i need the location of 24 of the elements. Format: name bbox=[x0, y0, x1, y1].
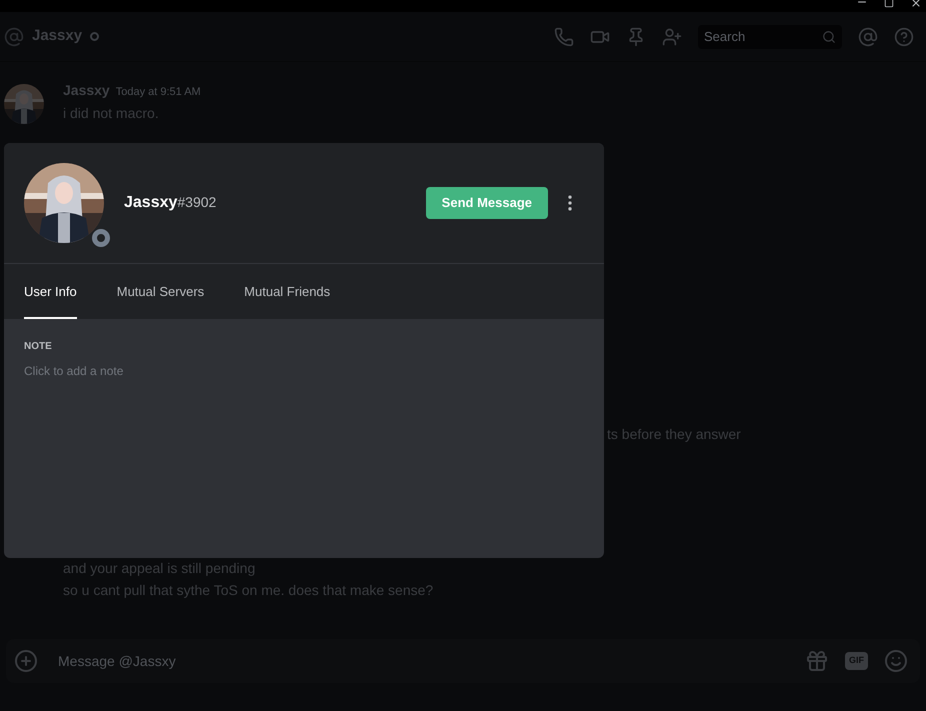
author-name[interactable]: Jassxy bbox=[63, 80, 110, 101]
note-field[interactable]: Click to add a note bbox=[24, 362, 584, 380]
help-icon[interactable] bbox=[894, 26, 914, 46]
add-user-icon[interactable] bbox=[662, 26, 682, 46]
profile-tab[interactable]: Mutual Servers bbox=[116, 264, 204, 319]
status-indicator bbox=[92, 229, 110, 247]
mentions-icon[interactable] bbox=[858, 26, 878, 46]
search-field[interactable]: Search bbox=[698, 24, 822, 48]
channel-name: Jassxy bbox=[32, 26, 82, 46]
profile-tab[interactable]: Mutual Friends bbox=[244, 264, 330, 319]
add-icon[interactable] bbox=[14, 649, 38, 673]
at-icon bbox=[4, 26, 24, 46]
emoji-icon[interactable] bbox=[884, 649, 908, 673]
maximize-icon[interactable] bbox=[884, 0, 894, 8]
close-icon[interactable] bbox=[910, 0, 922, 9]
profile-tab[interactable]: User Info bbox=[24, 264, 77, 319]
send-message-button[interactable]: Send Message bbox=[426, 187, 548, 219]
gift-icon[interactable] bbox=[805, 649, 829, 673]
username: Jassxy bbox=[124, 193, 178, 213]
search-icon bbox=[822, 30, 836, 44]
phone-icon[interactable] bbox=[554, 26, 574, 46]
timestamp: Today at 9:51 AM bbox=[116, 85, 201, 100]
discriminator: #3902 bbox=[177, 193, 216, 210]
note-heading: NOTE bbox=[24, 340, 53, 354]
